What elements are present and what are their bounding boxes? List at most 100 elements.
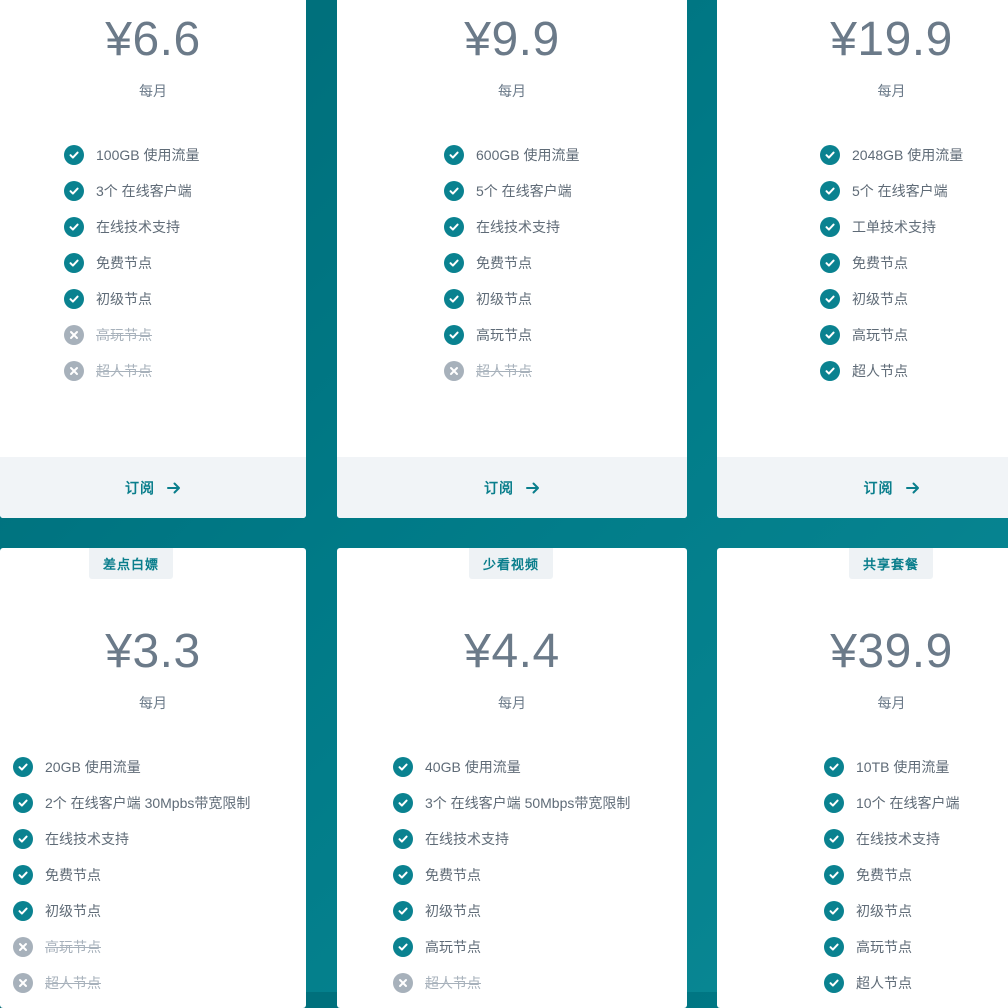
feature-item: 3个 在线客户端 — [64, 173, 199, 209]
check-circle-icon — [820, 217, 840, 237]
check-circle-icon — [64, 145, 84, 165]
feature-list: 10TB 使用流量 10个 在线客户端 在线技术支持 免费节点初级节点高玩节点超人节点 — [824, 749, 959, 1001]
feature-text: 初级节点 — [476, 291, 532, 307]
subscribe-label: 订阅 — [125, 479, 155, 496]
feature-text: 高玩节点 — [856, 939, 912, 955]
feature-list: 20GB 使用流量 2个 在线客户端 30Mpbs带宽限制 在线技术支持 免费节点 初级… — [13, 749, 250, 1001]
feature-text: 初级节点 — [852, 291, 908, 307]
arrow-right-icon — [905, 481, 920, 495]
feature-text: 免费节点 — [476, 255, 532, 271]
check-circle-icon — [393, 865, 413, 885]
subscribe-button[interactable]: 订阅 — [717, 457, 1008, 518]
check-circle-icon — [64, 181, 84, 201]
feature-item: 高玩节点 — [444, 317, 579, 353]
feature-list: 40GB 使用流量 3个 在线客户端 50Mbps带宽限制 在线技术支持 免费节点 初级… — [393, 749, 630, 1001]
feature-item: 超人节点 — [64, 353, 199, 389]
check-circle-icon — [824, 937, 844, 957]
check-circle-icon — [820, 289, 840, 309]
plan-tag: 共享套餐 — [848, 548, 934, 579]
feature-item: 超人节点 — [444, 353, 579, 389]
plan-card: 共享套餐 ¥39.9 每月 10TB 使用流量 10个 在线客户端 在线技术支持 免费… — [717, 548, 1008, 1008]
feature-text: 10个 在线客户端 — [856, 795, 960, 811]
check-circle-icon — [393, 793, 413, 813]
feature-text: 免费节点 — [96, 255, 152, 271]
feature-item: 免费节点 — [393, 857, 630, 893]
feature-item: 超人节点 — [820, 353, 963, 389]
plan-card: ¥6.6 每月 100GB 使用流量 3个 在线客户端 在线技术支持 免费节点 初级节点… — [0, 0, 306, 518]
feature-text: 高玩节点 — [96, 327, 152, 343]
feature-text: 免费节点 — [852, 255, 908, 271]
feature-text: 10TB 使用流量 — [856, 759, 950, 775]
plan-card: ¥19.9 每月 2048GB 使用流量 5个 在线客户端 工单技术支持 免费节点初级… — [717, 0, 1008, 518]
feature-text: 高玩节点 — [476, 327, 532, 343]
feature-item: 初级节点 — [820, 281, 963, 317]
feature-item: 初级节点 — [444, 281, 579, 317]
x-circle-icon — [64, 325, 84, 345]
plan-price: ¥39.9 — [830, 625, 953, 678]
feature-text: 初级节点 — [45, 903, 101, 919]
plan-price: ¥9.9 — [464, 13, 560, 66]
check-circle-icon — [824, 829, 844, 849]
feature-text: 初级节点 — [856, 903, 912, 919]
feature-item: 10个 在线客户端 — [824, 785, 959, 821]
feature-text: 超人节点 — [856, 975, 912, 991]
check-circle-icon — [444, 325, 464, 345]
feature-item: 初级节点 — [824, 893, 959, 929]
plan-price: ¥6.6 — [105, 13, 201, 66]
check-circle-icon — [64, 217, 84, 237]
feature-text: 5个 在线客户端 — [852, 183, 948, 199]
feature-text: 2048GB 使用流量 — [852, 147, 964, 163]
plan-card: ¥9.9 每月 600GB 使用流量 5个 在线客户端 在线技术支持 免费节点初级节点… — [337, 0, 687, 518]
check-circle-icon — [820, 145, 840, 165]
feature-item: 5个 在线客户端 — [444, 173, 579, 209]
feature-text: 600GB 使用流量 — [476, 147, 580, 163]
feature-item: 在线技术支持 — [444, 209, 579, 245]
feature-text: 在线技术支持 — [856, 831, 940, 847]
plan-period: 每月 — [498, 83, 526, 99]
check-circle-icon — [824, 973, 844, 993]
feature-text: 高玩节点 — [852, 327, 908, 343]
check-circle-icon — [393, 901, 413, 921]
check-circle-icon — [13, 757, 33, 777]
feature-item: 高玩节点 — [824, 929, 959, 965]
check-circle-icon — [820, 253, 840, 273]
x-circle-icon — [13, 973, 33, 993]
feature-item: 5个 在线客户端 — [820, 173, 963, 209]
check-circle-icon — [820, 325, 840, 345]
plan-period: 每月 — [139, 695, 167, 711]
feature-text: 在线技术支持 — [476, 219, 560, 235]
feature-item: 10TB 使用流量 — [824, 749, 959, 785]
feature-text: 5个 在线客户端 — [476, 183, 572, 199]
x-circle-icon — [444, 361, 464, 381]
check-circle-icon — [444, 217, 464, 237]
feature-item: 免费节点 — [444, 245, 579, 281]
subscribe-button[interactable]: 订阅 — [337, 457, 687, 518]
feature-item: 免费节点 — [820, 245, 963, 281]
plan-price: ¥19.9 — [830, 13, 953, 66]
plan-period: 每月 — [877, 83, 906, 99]
plan-price: ¥4.4 — [464, 625, 560, 678]
feature-text: 免费节点 — [425, 867, 481, 883]
check-circle-icon — [824, 757, 844, 777]
feature-item: 工单技术支持 — [820, 209, 963, 245]
check-circle-icon — [64, 253, 84, 273]
feature-item: 高玩节点 — [393, 929, 630, 965]
feature-text: 高玩节点 — [45, 939, 101, 955]
check-circle-icon — [820, 181, 840, 201]
feature-item: 100GB 使用流量 — [64, 137, 199, 173]
feature-item: 2个 在线客户端 30Mpbs带宽限制 — [13, 785, 250, 821]
feature-text: 免费节点 — [856, 867, 912, 883]
check-circle-icon — [444, 181, 464, 201]
feature-text: 工单技术支持 — [852, 219, 936, 235]
check-circle-icon — [824, 865, 844, 885]
feature-item: 2048GB 使用流量 — [820, 137, 963, 173]
plan-tag: 少看视频 — [468, 548, 554, 579]
subscribe-button[interactable]: 订阅 — [0, 457, 306, 518]
feature-item: 超人节点 — [824, 965, 959, 1001]
feature-text: 2个 在线客户端 30Mpbs带宽限制 — [45, 795, 251, 811]
feature-item: 初级节点 — [64, 281, 199, 317]
feature-item: 40GB 使用流量 — [393, 749, 630, 785]
subscribe-label: 订阅 — [484, 479, 514, 496]
check-circle-icon — [820, 361, 840, 381]
feature-text: 3个 在线客户端 — [96, 183, 192, 199]
